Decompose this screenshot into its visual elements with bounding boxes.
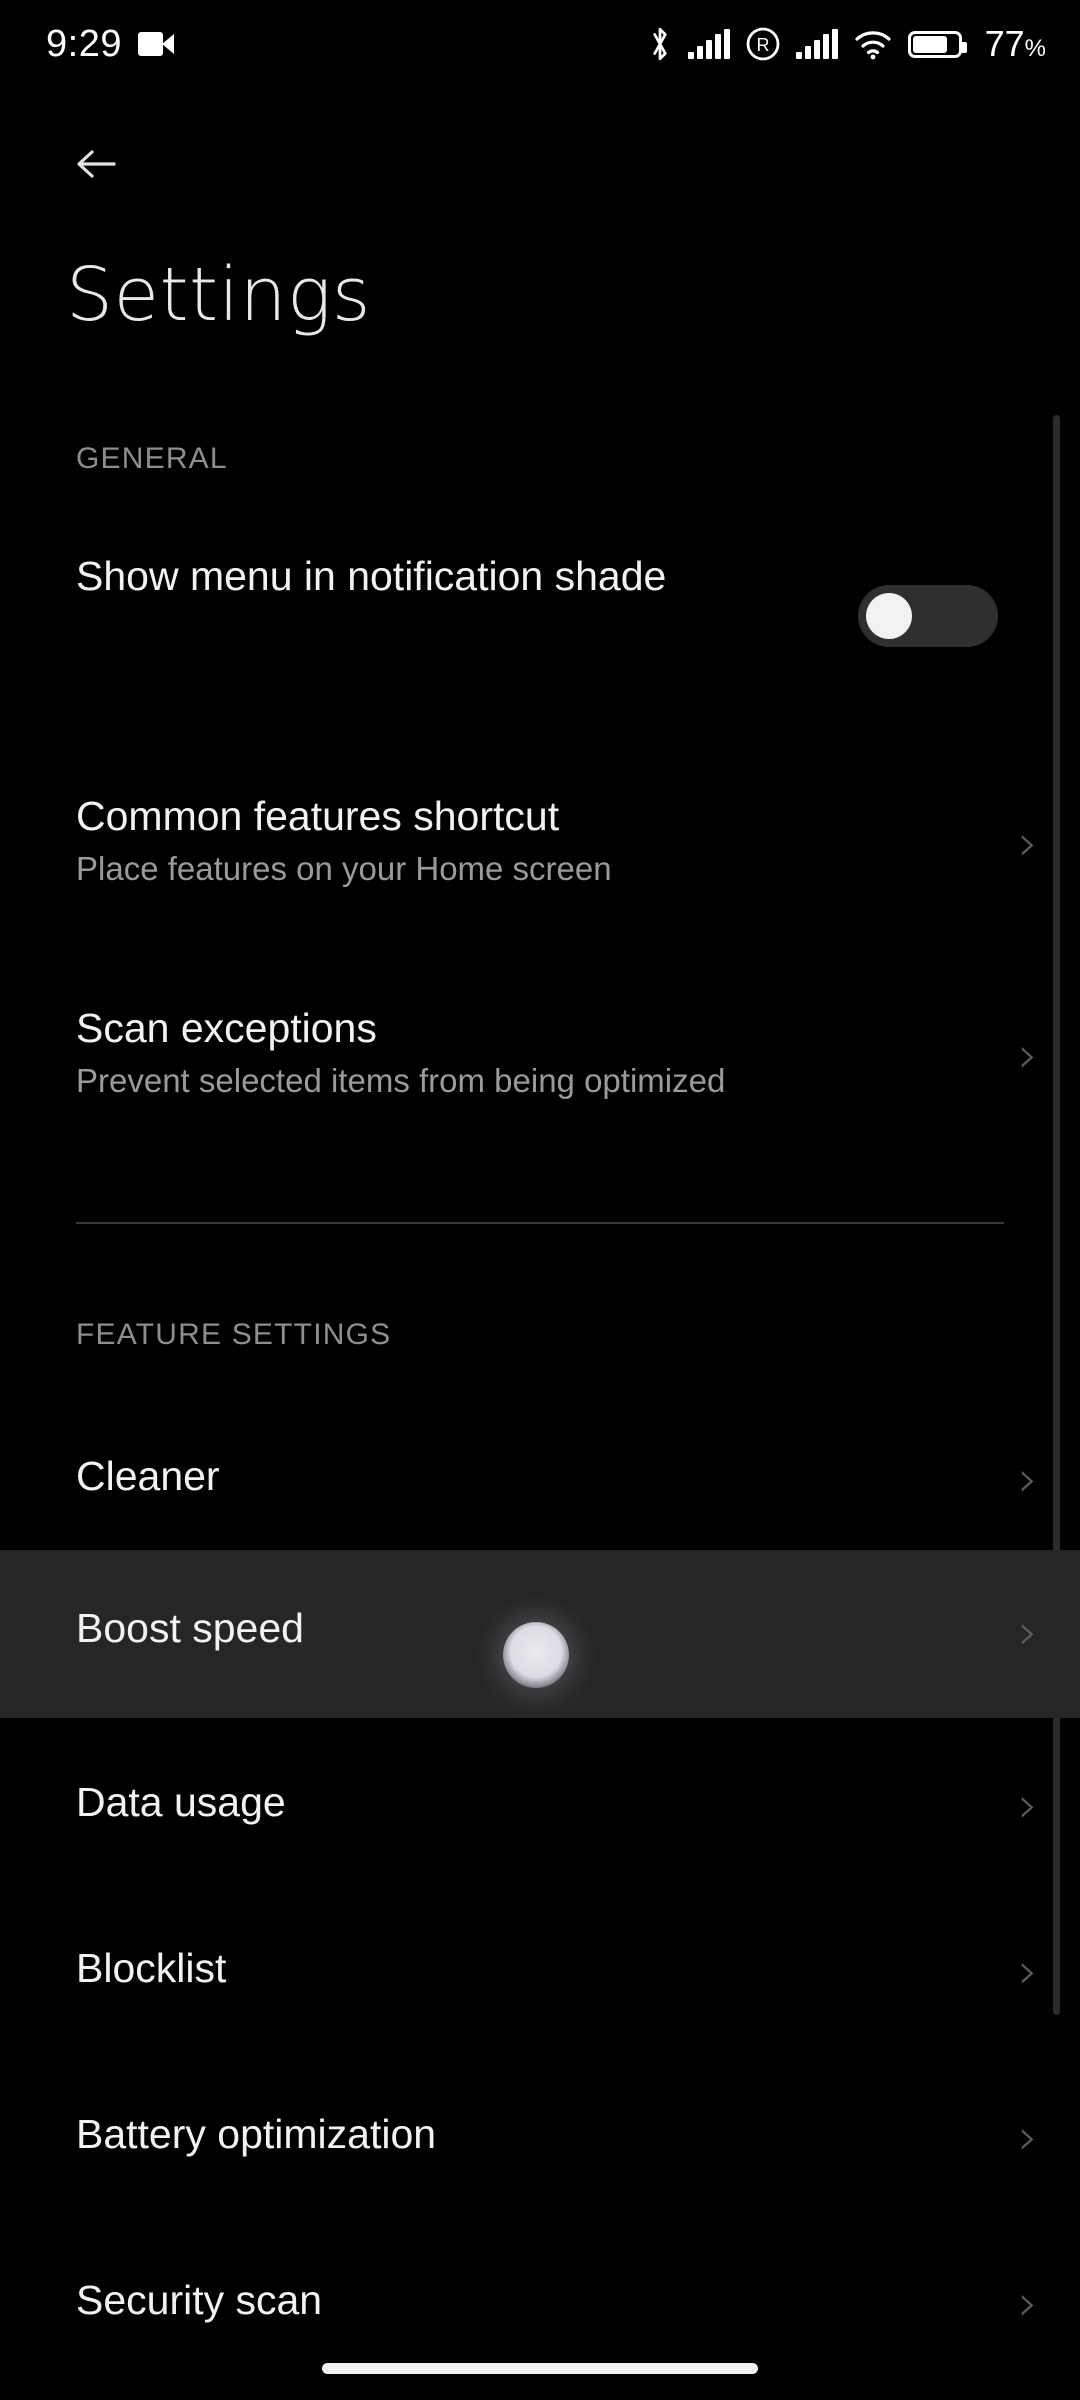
- list-item-cleaner[interactable]: Cleaner ›: [0, 1412, 1080, 1550]
- chevron-right-icon: ›: [1018, 1026, 1038, 1084]
- list-item-label: Scan exceptions: [76, 1005, 377, 1051]
- phone-screen: 9:29 R 77% Settings GENERAL Show menu in…: [0, 0, 1080, 2400]
- chevron-right-icon: ›: [1018, 2108, 1038, 2166]
- touch-indicator: [503, 1622, 569, 1688]
- toggle-knob: [866, 593, 912, 639]
- section-header-general: GENERAL: [76, 442, 228, 475]
- list-item-sublabel: Place features on your Home screen: [76, 850, 612, 887]
- list-item-label: Show menu in notification shade: [76, 553, 667, 599]
- list-item-label: Security scan: [76, 2277, 323, 2323]
- list-item-label: Boost speed: [76, 1605, 304, 1651]
- chevron-right-icon: ›: [1018, 814, 1038, 872]
- section-header-feature-settings: FEATURE SETTINGS: [76, 1318, 392, 1351]
- list-item-boost-speed[interactable]: Boost speed ›: [0, 1550, 1080, 1718]
- chevron-right-icon: ›: [1018, 1942, 1038, 2000]
- home-gesture-indicator[interactable]: [322, 2363, 758, 2374]
- list-item-blocklist[interactable]: Blocklist ›: [0, 1884, 1080, 2050]
- list-item-label: Common features shortcut: [76, 793, 560, 839]
- list-item-data-usage[interactable]: Data usage ›: [0, 1718, 1080, 1884]
- list-item-label: Blocklist: [76, 1945, 227, 1991]
- chevron-right-icon: ›: [1018, 2274, 1038, 2332]
- show-menu-toggle[interactable]: [858, 585, 998, 647]
- list-item-battery-optimization[interactable]: Battery optimization ›: [0, 2050, 1080, 2216]
- chevron-right-icon: ›: [1018, 1603, 1038, 1661]
- section-divider: [76, 1222, 1004, 1224]
- list-item-show-menu[interactable]: Show menu in notification shade: [0, 540, 1080, 692]
- list-item-sublabel: Prevent selected items from being optimi…: [76, 1062, 726, 1099]
- settings-list: GENERAL Show menu in notification shade …: [0, 0, 1080, 2400]
- chevron-right-icon: ›: [1018, 1450, 1038, 1508]
- list-item-label: Battery optimization: [76, 2111, 437, 2157]
- list-item-common-features-shortcut[interactable]: Common features shortcut Place features …: [0, 790, 1080, 920]
- list-item-label: Data usage: [76, 1779, 286, 1825]
- chevron-right-icon: ›: [1018, 1776, 1038, 1834]
- list-item-security-scan[interactable]: Security scan ›: [0, 2216, 1080, 2382]
- list-item-scan-exceptions[interactable]: Scan exceptions Prevent selected items f…: [0, 1002, 1080, 1132]
- list-item-label: Cleaner: [76, 1453, 220, 1499]
